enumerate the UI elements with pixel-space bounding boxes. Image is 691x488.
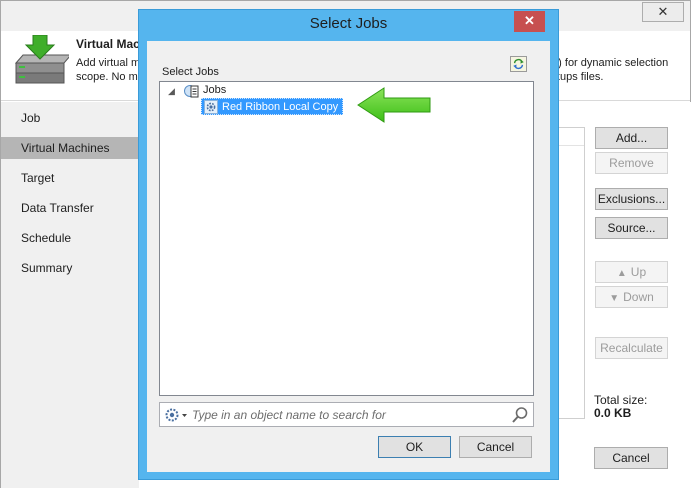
total-size-label: Total size: (594, 393, 648, 407)
up-button[interactable]: ▲ Up (595, 261, 668, 283)
dialog-body: Select Jobs ◢ Jobs Red Ribbon Local Copy… (147, 41, 550, 472)
ok-button[interactable]: OK (378, 436, 451, 458)
wizard-header-description: Add virtual ma scope. No ma (76, 57, 147, 83)
wizard-header-icon (14, 35, 69, 84)
search-type-gear-icon[interactable] (163, 406, 189, 424)
source-button[interactable]: Source... (595, 217, 668, 239)
refresh-icon[interactable] (510, 56, 527, 72)
job-gear-icon (204, 100, 218, 114)
tree-collapse-toggle[interactable]: ◢ (168, 86, 175, 97)
up-arrow-icon: ▲ (616, 268, 627, 279)
wizard-header-description-right: rs) for dynamic selection ckups files. (549, 57, 669, 83)
sidebar-item-schedule[interactable]: Schedule (1, 227, 139, 249)
search-input[interactable] (192, 405, 504, 424)
objects-list-header (559, 128, 584, 146)
down-arrow-icon: ▼ (609, 293, 620, 304)
sidebar-item-job[interactable]: Job (1, 107, 139, 129)
down-button[interactable]: ▼ Down (595, 286, 668, 308)
objects-list[interactable] (558, 127, 585, 419)
wizard-cancel-button[interactable]: Cancel (594, 447, 668, 469)
search-box (159, 402, 534, 427)
wizard-header-title: Virtual Mac (76, 37, 140, 51)
sidebar-item-summary[interactable]: Summary (1, 257, 139, 279)
sidebar-item-target[interactable]: Target (1, 167, 139, 189)
exclusions-button[interactable]: Exclusions... (595, 188, 668, 210)
recalculate-button[interactable]: Recalculate (595, 337, 668, 359)
remove-button[interactable]: Remove (595, 152, 668, 174)
wizard-steps-sidebar: Job Virtual Machines Target Data Transfe… (1, 102, 139, 488)
tree-item-red-ribbon-local-copy[interactable]: Red Ribbon Local Copy (201, 98, 344, 115)
select-jobs-label: Select Jobs (162, 66, 219, 78)
add-button[interactable]: Add... (595, 127, 668, 149)
jobs-tree[interactable]: ◢ Jobs Red Ribbon Local Copy (159, 81, 534, 396)
green-arrow-annotation (357, 87, 431, 123)
sidebar-item-data-transfer[interactable]: Data Transfer (1, 197, 139, 219)
dialog-cancel-button[interactable]: Cancel (459, 436, 532, 458)
select-jobs-dialog: Select Jobs ✕ Select Jobs ◢ Jobs Red Rib… (138, 9, 559, 480)
wizard-close-button[interactable]: ✕ (642, 2, 684, 22)
jobs-folder-icon (184, 85, 199, 98)
search-icon[interactable] (510, 405, 530, 425)
tree-root-jobs[interactable]: Jobs (203, 84, 226, 96)
total-size-value: 0.0 KB (594, 406, 632, 420)
dialog-close-button[interactable]: ✕ (514, 11, 545, 32)
tree-item-label: Red Ribbon Local Copy (222, 101, 339, 113)
sidebar-item-virtual-machines[interactable]: Virtual Machines (1, 137, 139, 159)
dialog-title: Select Jobs (309, 15, 388, 32)
